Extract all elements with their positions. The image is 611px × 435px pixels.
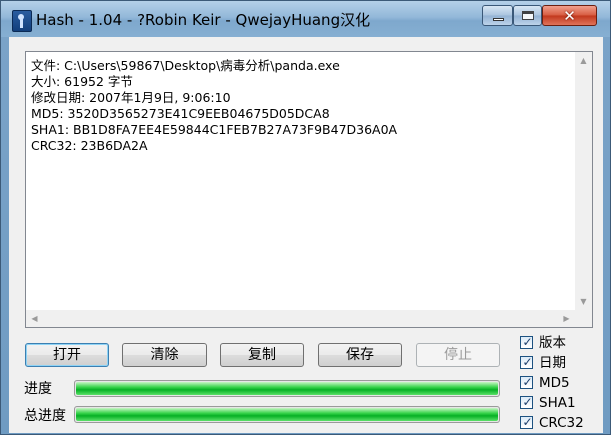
scrollbar-corner	[575, 310, 592, 327]
minimize-button[interactable]	[482, 5, 513, 26]
checkmark-icon: ✓	[522, 375, 533, 389]
save-button[interactable]: 保存	[318, 343, 402, 367]
scroll-left-arrow-icon[interactable]: ◀	[26, 310, 43, 327]
copy-button[interactable]: 复制	[220, 343, 304, 367]
progress-label: 进度	[24, 381, 52, 397]
sha1-checkbox[interactable]: ✓	[520, 395, 533, 409]
output-line-md5: MD5: 3520D3565273E41C9EEB04675D05DCA8	[31, 106, 330, 121]
output-line-crc32: CRC32: 23B6DA2A	[31, 138, 148, 153]
total-progress-bar-fill	[76, 408, 498, 421]
option-date[interactable]: ✓ 日期	[520, 355, 566, 372]
maximize-icon	[522, 11, 534, 20]
horizontal-scrollbar[interactable]: ◀ ▶	[26, 310, 575, 327]
scroll-up-arrow-icon[interactable]: ▲	[575, 52, 592, 69]
option-sha1[interactable]: ✓ SHA1	[520, 395, 576, 412]
option-md5[interactable]: ✓ MD5	[520, 375, 570, 392]
crc32-label: CRC32	[539, 415, 584, 431]
client-area: 文件: C:\Users\59867\Desktop\病毒分析\panda.ex…	[9, 37, 603, 433]
version-label: 版本	[539, 335, 566, 351]
stop-button: 停止	[416, 343, 500, 367]
sha1-label: SHA1	[539, 395, 576, 411]
checkmark-icon: ✓	[522, 395, 533, 409]
version-checkbox[interactable]: ✓	[520, 335, 533, 349]
output-line-date: 修改日期: 2007年1月9日, 9:06:10	[31, 90, 231, 105]
md5-checkbox[interactable]: ✓	[520, 375, 533, 389]
clear-button[interactable]: 清除	[122, 343, 207, 367]
hash-output-textbox[interactable]: 文件: C:\Users\59867\Desktop\病毒分析\panda.ex…	[25, 51, 593, 328]
scroll-down-arrow-icon[interactable]: ▼	[575, 293, 592, 310]
open-button[interactable]: 打开	[25, 343, 109, 367]
date-label: 日期	[539, 355, 566, 371]
minimize-icon	[493, 18, 504, 21]
app-keyhole-icon[interactable]	[12, 10, 32, 32]
total-progress-label: 总进度	[24, 408, 66, 424]
close-icon: ✕	[563, 7, 576, 25]
title-bar[interactable]: Hash - 1.04 - ?Robin Keir - QwejayHuang汉…	[1, 1, 610, 37]
total-progress-bar	[74, 406, 500, 423]
checkmark-icon: ✓	[522, 415, 533, 429]
maximize-button[interactable]	[513, 5, 542, 26]
vertical-scrollbar[interactable]: ▲ ▼	[575, 52, 592, 310]
md5-label: MD5	[539, 375, 570, 391]
hash-window: Hash - 1.04 - ?Robin Keir - QwejayHuang汉…	[0, 0, 611, 435]
output-line-size: 大小: 61952 字节	[31, 74, 133, 89]
checkmark-icon: ✓	[522, 355, 533, 369]
output-line-sha1: SHA1: BB1D8FA7EE4E59844C1FEB7B27A73F9B47…	[31, 122, 398, 137]
date-checkbox[interactable]: ✓	[520, 355, 533, 369]
progress-bar	[74, 380, 500, 397]
window-title: Hash - 1.04 - ?Robin Keir - QwejayHuang汉…	[36, 11, 371, 29]
close-button[interactable]: ✕	[542, 5, 597, 26]
hash-output-text: 文件: C:\Users\59867\Desktop\病毒分析\panda.ex…	[31, 58, 572, 154]
option-version[interactable]: ✓ 版本	[520, 335, 566, 352]
checkmark-icon: ✓	[522, 335, 533, 349]
output-line-file: 文件: C:\Users\59867\Desktop\病毒分析\panda.ex…	[31, 58, 340, 73]
progress-bar-fill	[76, 382, 498, 395]
scroll-right-arrow-icon[interactable]: ▶	[558, 310, 575, 327]
crc32-checkbox[interactable]: ✓	[520, 415, 533, 429]
option-crc32[interactable]: ✓ CRC32	[520, 415, 584, 432]
